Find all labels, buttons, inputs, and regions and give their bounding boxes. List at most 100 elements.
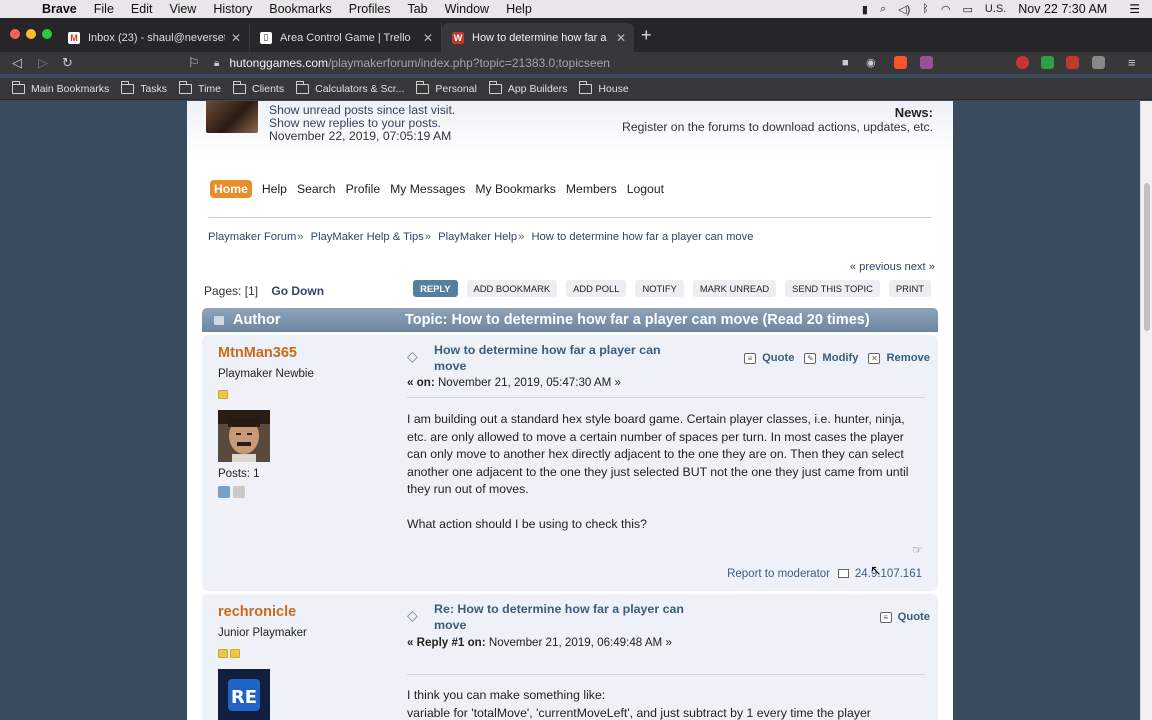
page-scrollbar[interactable] — [1140, 101, 1152, 720]
mark-unread-button[interactable]: MARK UNREAD — [692, 280, 777, 297]
quote-button[interactable]: ≡ Quote — [744, 352, 794, 364]
poster-rank: Junior Playmaker — [218, 627, 307, 639]
bookmark-personal[interactable]: Personal — [416, 80, 477, 95]
poster-name[interactable]: MtnMan365 — [218, 345, 297, 361]
author-column-label: Author — [233, 312, 281, 328]
address-bar[interactable]: 🔒︎ hutonggames.com/playmakerforum/index.… — [214, 53, 944, 73]
post-subject[interactable]: Re: How to determine how far a player ca… — [434, 602, 684, 633]
modify-button[interactable]: ✎ Modify — [804, 352, 858, 364]
prev-next-links[interactable]: « previous next » — [850, 261, 935, 273]
send-topic-button[interactable]: SEND THIS TOPIC — [785, 280, 880, 297]
bookmark-main[interactable]: Main Bookmarks — [12, 80, 109, 95]
menu-file[interactable]: File — [94, 2, 114, 16]
profile-icon[interactable] — [218, 486, 230, 498]
topic-header-bar: Author Topic: How to determine how far a… — [202, 308, 938, 332]
bookmark-app-builders[interactable]: App Builders — [488, 80, 567, 95]
menu-search[interactable]: Search — [297, 182, 336, 196]
menu-edit[interactable]: Edit — [131, 2, 153, 16]
menu-view[interactable]: View — [169, 2, 196, 16]
extension-camera-icon[interactable] — [1092, 56, 1105, 69]
zoom-window-icon[interactable] — [42, 29, 52, 39]
menu-members[interactable]: Members — [566, 182, 617, 196]
wifi-icon[interactable]: ◠ — [941, 3, 951, 16]
bookmark-page-icon[interactable]: ⚐ — [188, 55, 200, 71]
brave-rewards-icon[interactable] — [920, 56, 933, 69]
bookmark-calculators[interactable]: Calculators & Scr... — [296, 80, 404, 95]
breadcrumb-forum[interactable]: Playmaker Forum — [208, 231, 296, 243]
tab-forum[interactable]: W How to determine how far a play ✕ — [442, 23, 634, 52]
media-icon[interactable]: ◉ — [866, 55, 876, 71]
menu-help[interactable]: Help — [506, 2, 532, 16]
volume-icon[interactable]: ◁) — [898, 3, 910, 16]
menu-bookmarks[interactable]: Bookmarks — [269, 2, 332, 16]
tab-label: How to determine how far a play — [472, 31, 610, 44]
report-to-moderator-link[interactable]: Report to moderator — [727, 568, 830, 580]
bookmark-tasks[interactable]: Tasks — [121, 80, 167, 95]
minimize-window-icon[interactable] — [26, 29, 36, 39]
news-title: News: — [894, 105, 933, 120]
menu-home[interactable]: Home — [210, 180, 252, 198]
extension-record-icon[interactable] — [1016, 56, 1029, 69]
menu-icon[interactable]: ≡ — [1128, 55, 1136, 71]
close-tab-icon[interactable]: ✕ — [231, 31, 241, 45]
menu-my-messages[interactable]: My Messages — [390, 182, 465, 196]
bookmark-time[interactable]: Time — [179, 80, 221, 95]
user-avatar[interactable] — [206, 101, 258, 133]
spotlight-icon[interactable]: ⌕ — [880, 3, 886, 16]
rank-stars — [218, 390, 230, 399]
menu-logout[interactable]: Logout — [627, 182, 664, 196]
bookmark-house[interactable]: House — [579, 80, 629, 95]
breadcrumb-help-tips[interactable]: PlayMaker Help & Tips — [311, 231, 424, 243]
post-subject[interactable]: How to determine how far a player can mo… — [434, 343, 694, 374]
menu-profiles[interactable]: Profiles — [349, 2, 391, 16]
menu-tab[interactable]: Tab — [407, 2, 427, 16]
poster-avatar[interactable] — [218, 410, 270, 462]
add-bookmark-button[interactable]: ADD BOOKMARK — [466, 280, 558, 297]
brave-shield-icon[interactable] — [894, 56, 907, 69]
go-down-link[interactable]: Go Down — [271, 284, 324, 298]
bookmark-clients[interactable]: Clients — [233, 80, 284, 95]
back-icon[interactable]: ◁ — [12, 55, 22, 71]
close-tab-icon[interactable]: ✕ — [423, 31, 433, 45]
notification-center-icon[interactable]: ☰ — [1129, 2, 1140, 16]
new-tab-icon[interactable]: + — [641, 26, 652, 44]
poster-name[interactable]: rechronicle — [218, 604, 296, 620]
scrollbar-thumb[interactable] — [1144, 183, 1150, 331]
breadcrumb-topic[interactable]: How to determine how far a player can mo… — [531, 231, 753, 243]
extension-sync-icon[interactable] — [1041, 56, 1054, 69]
pm-icon[interactable] — [233, 486, 245, 498]
extension-calendar-icon[interactable] — [1066, 56, 1079, 69]
mic-icon[interactable]: ▮ — [862, 3, 868, 16]
notify-button[interactable]: NOTIFY — [635, 280, 684, 297]
remove-button[interactable]: ✕ Remove — [868, 352, 930, 364]
bluetooth-icon[interactable]: ᛒ — [922, 3, 929, 15]
tab-gmail[interactable]: M Inbox (23) - shaul@neversettle.it ✕ — [58, 23, 250, 52]
menu-window[interactable]: Window — [445, 2, 489, 16]
add-poll-button[interactable]: ADD POLL — [566, 280, 627, 297]
close-window-icon[interactable] — [10, 29, 20, 39]
like-icon[interactable]: ☞ — [912, 543, 923, 557]
quote-button[interactable]: ≡ Quote — [879, 611, 930, 623]
print-button[interactable]: PRINT — [888, 280, 931, 297]
unread-posts-link[interactable]: Show unread posts since last visit. — [269, 103, 455, 117]
input-source-label[interactable]: U.S. — [985, 3, 1006, 15]
menu-my-bookmarks[interactable]: My Bookmarks — [475, 182, 556, 196]
reply-button[interactable]: REPLY — [413, 280, 458, 297]
tab-trello[interactable]: ▯ Area Control Game | Trello ✕ — [250, 23, 442, 52]
battery-icon[interactable]: ▭ — [962, 3, 972, 16]
camera-icon[interactable]: ■ — [842, 55, 849, 71]
menu-help-link[interactable]: Help — [262, 182, 287, 196]
breadcrumb-help[interactable]: PlayMaker Help — [438, 231, 517, 243]
clock[interactable]: Nov 22 7:30 AM — [1018, 2, 1107, 16]
poster-avatar[interactable]: RE — [218, 669, 270, 720]
forward-icon[interactable]: ▷ — [38, 55, 48, 71]
menu-history[interactable]: History — [213, 2, 252, 16]
reload-icon[interactable]: ↻ — [62, 55, 73, 71]
new-replies-link[interactable]: Show new replies to your posts. — [269, 116, 441, 130]
svg-text:RE: RE — [231, 687, 257, 708]
quote-icon: ≡ — [744, 352, 757, 364]
close-tab-icon[interactable]: ✕ — [616, 31, 626, 45]
poster-rank: Playmaker Newbie — [218, 368, 314, 380]
menu-app-name[interactable]: Brave — [42, 2, 77, 16]
menu-profile[interactable]: Profile — [346, 182, 381, 196]
